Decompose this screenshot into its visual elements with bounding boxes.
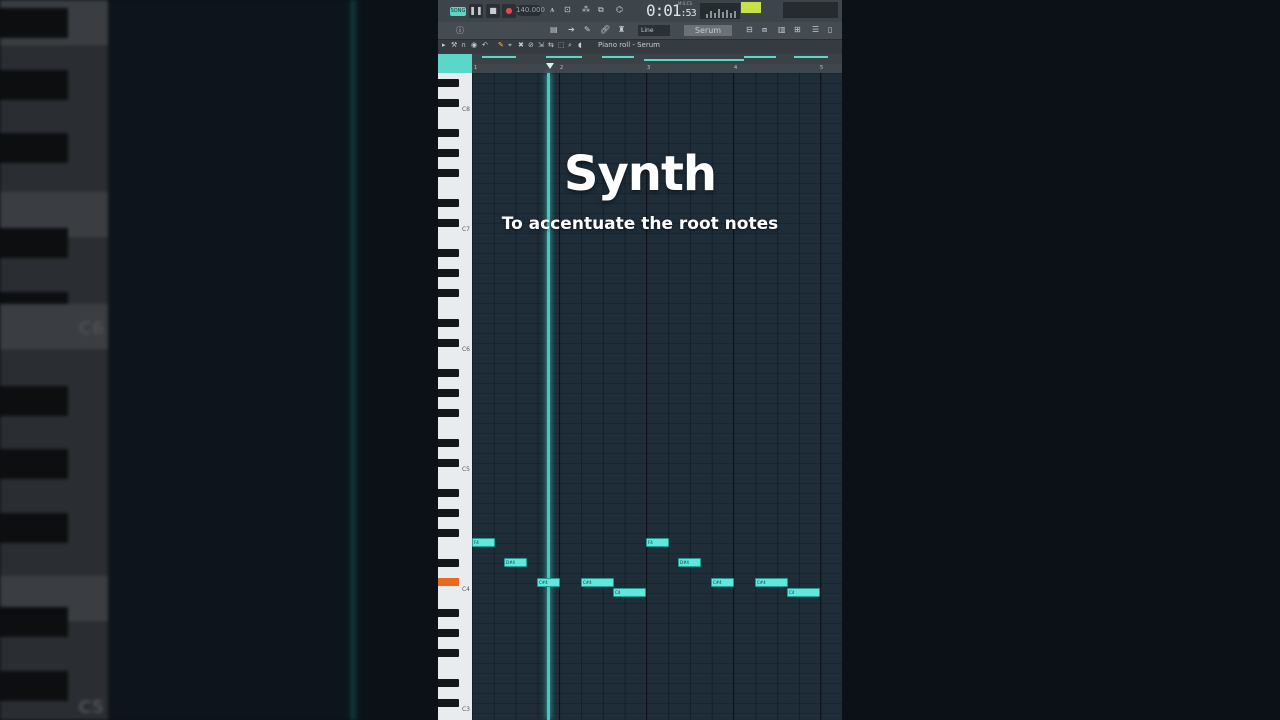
info-icon[interactable]: ⓘ [456,25,464,36]
plugin-icon[interactable]: ♜ [618,25,625,34]
wait-input-icon[interactable]: ⌬ [616,5,623,14]
mixer-icon[interactable]: ⊟ [746,25,753,34]
note-c4-1[interactable]: C4 [613,588,646,597]
record-icon-small[interactable]: ◉ [471,41,477,49]
delete-icon[interactable]: ✖ [518,41,524,49]
note-d-sharp-4-2[interactable]: D#4 [678,558,701,567]
key-label-c6: C6 [461,346,470,353]
bar-1-label: 1 [474,65,478,71]
key-label-c3: C3 [461,706,470,713]
note-f4-2[interactable]: F4 [646,538,669,547]
note-c-sharp-4-2[interactable]: C#4 [581,578,614,587]
bar-ruler[interactable]: 1 2 3 4 5 [472,64,842,73]
background-right-panel [842,0,1280,720]
background-c5-label: C5 [78,697,104,718]
piano-roll-corner[interactable] [438,54,472,73]
play-button[interactable]: ❚❚ [469,4,483,18]
arrow-icon[interactable]: ➔ [568,25,575,34]
piano-roll-title: Piano roll - Serum [598,41,661,49]
transport-toolbar: SONG ❚❚ ■ ● 140.000 ⩚ ⊡ ⁂ ⧉ ⌬ 0:01:53 M:… [438,0,842,23]
note-c-sharp-4-3[interactable]: C#4 [711,578,734,587]
background-c6-label: C6 [78,318,104,339]
undo-icon[interactable]: ↶ [482,41,488,49]
typing-keyboard-icon[interactable]: ⧉ [598,5,604,15]
snap-mode-select[interactable]: Line [638,25,670,36]
key-label-c4: C4 [461,586,470,593]
time-format-tag[interactable]: M:S:CS [678,1,692,6]
link-icon[interactable]: 🔗︎ [600,25,610,34]
instrument-select[interactable]: Serum [684,25,732,36]
pause-icon: ❚❚ [469,6,483,15]
loop-record-icon[interactable]: ⊡ [564,5,571,14]
file-icon[interactable]: ▯ [828,25,832,34]
zoom-icon[interactable]: ⌕ [568,41,572,50]
magnet-icon[interactable]: ∩ [461,41,466,49]
note-c-sharp-4-4[interactable]: C#4 [755,578,788,587]
playlist-icon[interactable]: ▥ [778,25,786,34]
wrench-icon[interactable]: ⚒ [451,41,457,49]
pattern-song-toggle[interactable]: SONG [450,7,466,16]
slip-icon[interactable]: ⇆ [548,41,554,49]
stop-icon: ■ [489,6,497,15]
background-left-panel: C6 C5 [0,0,360,720]
key-label-c8: C8 [461,106,470,113]
overlay-title: Synth [563,146,717,202]
brush-icon[interactable]: ✎ [584,25,591,34]
pencil-icon[interactable]: ✎ [498,41,504,49]
plugin-db-icon[interactable]: ☰ [812,25,819,34]
bar-3-label: 3 [647,65,651,71]
piano-roll-toolbar: ▸ ⚒ ∩ ◉ ↶ ✎ ⌖ ✖ ⊘ ⇲ ⇆ ⬚ ⌕ ◖ Piano roll -… [438,40,842,55]
time-sub: :53 [680,8,697,19]
channel-rack-icon[interactable]: ⧈ [762,25,767,35]
output-meter [700,3,740,19]
paint-icon[interactable]: ⌖ [508,41,512,50]
note-d-sharp-4-1[interactable]: D#4 [504,558,527,567]
bar-4-label: 4 [734,65,738,71]
playback-marker[interactable] [546,63,554,69]
metronome-icon[interactable]: ⩚ [550,5,555,15]
background-piano-keys: C6 C5 [0,0,108,720]
slice-icon[interactable]: ⇲ [538,41,544,49]
event-timeline[interactable] [472,54,842,64]
overlay-subtitle: To accentuate the root notes [501,214,779,234]
time-main: 0:01 [646,1,682,20]
memory-panel [783,2,838,18]
bar-5-label: 5 [820,65,824,71]
fl-studio-window: SONG ❚❚ ■ ● 140.000 ⩚ ⊡ ⁂ ⧉ ⌬ 0:01:53 M:… [438,0,842,720]
select-icon[interactable]: ⬚ [558,41,565,49]
tempo-display[interactable]: 140.000 [516,5,545,16]
tools-toolbar: ⓘ ▤ ➔ ✎ 🔗︎ ♜ Line Serum ⊟ ⧈ ▥ ⊞ ☰ ▯ [438,22,842,40]
step-edit-icon[interactable]: ⁂ [582,5,590,14]
note-c-sharp-4-1[interactable]: C#4 [537,578,560,587]
note-c4-2[interactable]: C4 [787,588,820,597]
cpu-meter [741,2,761,13]
note-f4-1[interactable]: F4 [472,538,495,547]
stop-button[interactable]: ■ [486,4,500,18]
piano-roll-icon[interactable]: ▤ [550,25,558,34]
menu-arrow-icon[interactable]: ▸ [442,41,446,49]
record-icon: ● [505,6,513,15]
mute-icon[interactable]: ⊘ [528,41,534,49]
speaker-icon[interactable]: ◖ [578,41,582,49]
browser-icon[interactable]: ⊞ [794,25,801,34]
active-key-c-sharp-4 [438,578,459,586]
key-label-c5: C5 [461,466,470,473]
bar-2-label: 2 [560,65,564,71]
record-button[interactable]: ● [502,4,516,18]
